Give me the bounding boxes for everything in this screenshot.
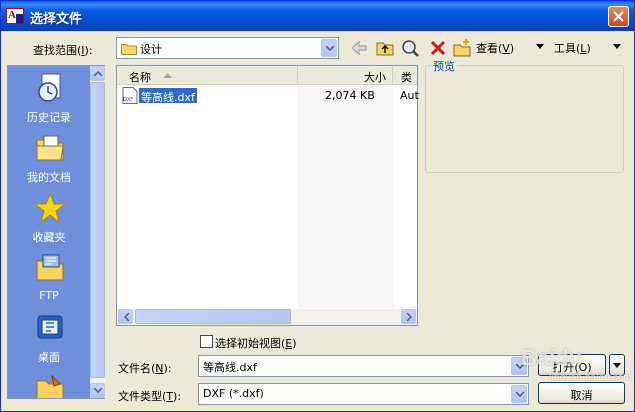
title-bar[interactable]: A 选择文件 — [1, 1, 634, 31]
views-dropdown-icon[interactable] — [536, 44, 544, 49]
chevron-up-icon — [94, 71, 102, 76]
place-label: 我的文档 — [27, 171, 71, 184]
new-folder-button[interactable] — [452, 38, 472, 58]
place-desktop[interactable]: 桌面 — [8, 308, 90, 370]
preview-title: 预览 — [431, 58, 457, 74]
svg-text:DXF: DXF — [123, 97, 133, 103]
look-in-label: 查找范围(I): — [33, 44, 93, 57]
column-header-size[interactable]: 大小 — [298, 66, 393, 85]
chevron-down-icon — [326, 46, 334, 51]
hscroll-thumb[interactable] — [135, 309, 291, 324]
chevron-left-icon — [124, 313, 129, 321]
ftp-icon — [36, 254, 64, 281]
column-header-name-label: 名称 — [129, 71, 151, 84]
delete-button[interactable] — [428, 38, 448, 58]
column-header-type[interactable]: 类 — [393, 66, 417, 85]
tools-menu[interactable]: 工具(L) — [554, 40, 591, 56]
column-header-type-label: 类 — [401, 71, 412, 84]
dropdown-arrow-icon — [613, 363, 621, 368]
column-header-size-label: 大小 — [364, 71, 386, 84]
file-type-value: DXF (*.dxf) — [203, 387, 264, 400]
scroll-left-button[interactable] — [118, 309, 133, 324]
chevron-down-icon — [94, 388, 102, 393]
chevron-right-icon — [407, 313, 412, 321]
places-bar: 历史记录 我的文档 收藏夹 FTP 桌面 — [7, 65, 105, 399]
place-label: 收藏夹 — [32, 231, 66, 244]
delete-icon — [430, 40, 446, 56]
place-buzzsaw[interactable] — [8, 368, 90, 398]
place-label: 历史记录 — [27, 111, 71, 124]
chevron-down-icon — [516, 392, 524, 397]
place-history[interactable]: 历史记录 — [8, 68, 90, 130]
place-label: 桌面 — [38, 351, 60, 364]
sorted-column-shade — [298, 86, 393, 308]
file-name-value: 等高线.dxf — [203, 361, 257, 374]
folder-network-icon — [36, 374, 64, 398]
initial-view-label[interactable]: 选择初始视图(E) — [215, 335, 297, 351]
file-type-select[interactable]: DXF (*.dxf) — [198, 383, 529, 405]
history-icon — [38, 73, 61, 102]
cancel-button[interactable]: 取消 — [538, 382, 625, 404]
close-button[interactable] — [608, 6, 629, 27]
close-icon — [613, 11, 624, 22]
file-list-hscrollbar[interactable] — [117, 309, 417, 325]
places-scroll-up-button[interactable] — [90, 66, 105, 81]
places-scroll-thumb[interactable] — [90, 82, 105, 378]
places-scroll-down-button[interactable] — [90, 383, 105, 398]
watermark-logo: Baidu — [521, 345, 583, 370]
preview-panel — [425, 65, 624, 173]
look-in-dropdown-button[interactable] — [321, 39, 337, 57]
my-documents-icon — [36, 135, 64, 161]
place-ftp[interactable]: FTP — [8, 248, 90, 310]
place-label: FTP — [39, 289, 59, 302]
look-in-combo[interactable]: 设计 — [116, 37, 339, 59]
desktop-icon — [37, 315, 63, 339]
places-scrollbar[interactable] — [90, 66, 105, 398]
views-menu[interactable]: 查看(V) — [476, 40, 514, 56]
initial-view-checkbox[interactable] — [200, 335, 213, 348]
up-folder-button[interactable] — [375, 38, 395, 58]
place-my-documents[interactable]: 我的文档 — [8, 128, 90, 190]
new-folder-icon — [453, 39, 471, 57]
look-in-value: 设计 — [140, 43, 162, 56]
file-size: 2,074 KB — [325, 89, 375, 102]
column-header-name[interactable]: 名称 — [117, 66, 298, 85]
back-button[interactable] — [349, 38, 369, 58]
file-name-label: 文件名(N): — [118, 362, 172, 375]
file-type: Aut — [400, 89, 419, 102]
scroll-right-button[interactable] — [401, 309, 416, 324]
autocad-app-icon: A — [6, 8, 24, 24]
favorites-icon — [34, 192, 66, 224]
back-arrow-icon — [351, 40, 367, 56]
places-list: 历史记录 我的文档 收藏夹 FTP 桌面 — [8, 66, 90, 398]
file-name-input[interactable]: 等高线.dxf — [198, 355, 529, 377]
place-favorites[interactable]: 收藏夹 — [8, 188, 90, 250]
folder-icon — [121, 44, 137, 55]
search-web-button[interactable] — [400, 38, 420, 58]
file-type-dropdown-button[interactable] — [511, 385, 527, 403]
tools-dropdown-icon[interactable] — [613, 44, 621, 49]
search-web-icon — [402, 40, 419, 57]
sort-ascending-icon — [163, 73, 172, 78]
file-name: 等高线.dxf — [139, 88, 197, 104]
file-list[interactable]: 名称 大小 类 DXF 等高线.dxf 2,074 KB Aut — [116, 65, 419, 326]
dxf-file-icon: DXF — [122, 87, 138, 104]
window-title: 选择文件 — [30, 12, 83, 27]
up-folder-icon — [376, 42, 394, 56]
file-dialog-window: A 选择文件 查找范围(I): 设计 查看(V) 工具(L) 历史记录 我的文档… — [0, 0, 635, 412]
cancel-button-label: 取消 — [570, 389, 593, 402]
file-type-label: 文件类型(T): — [118, 390, 182, 403]
watermark-url: jingyan.baidu.com — [549, 373, 633, 383]
